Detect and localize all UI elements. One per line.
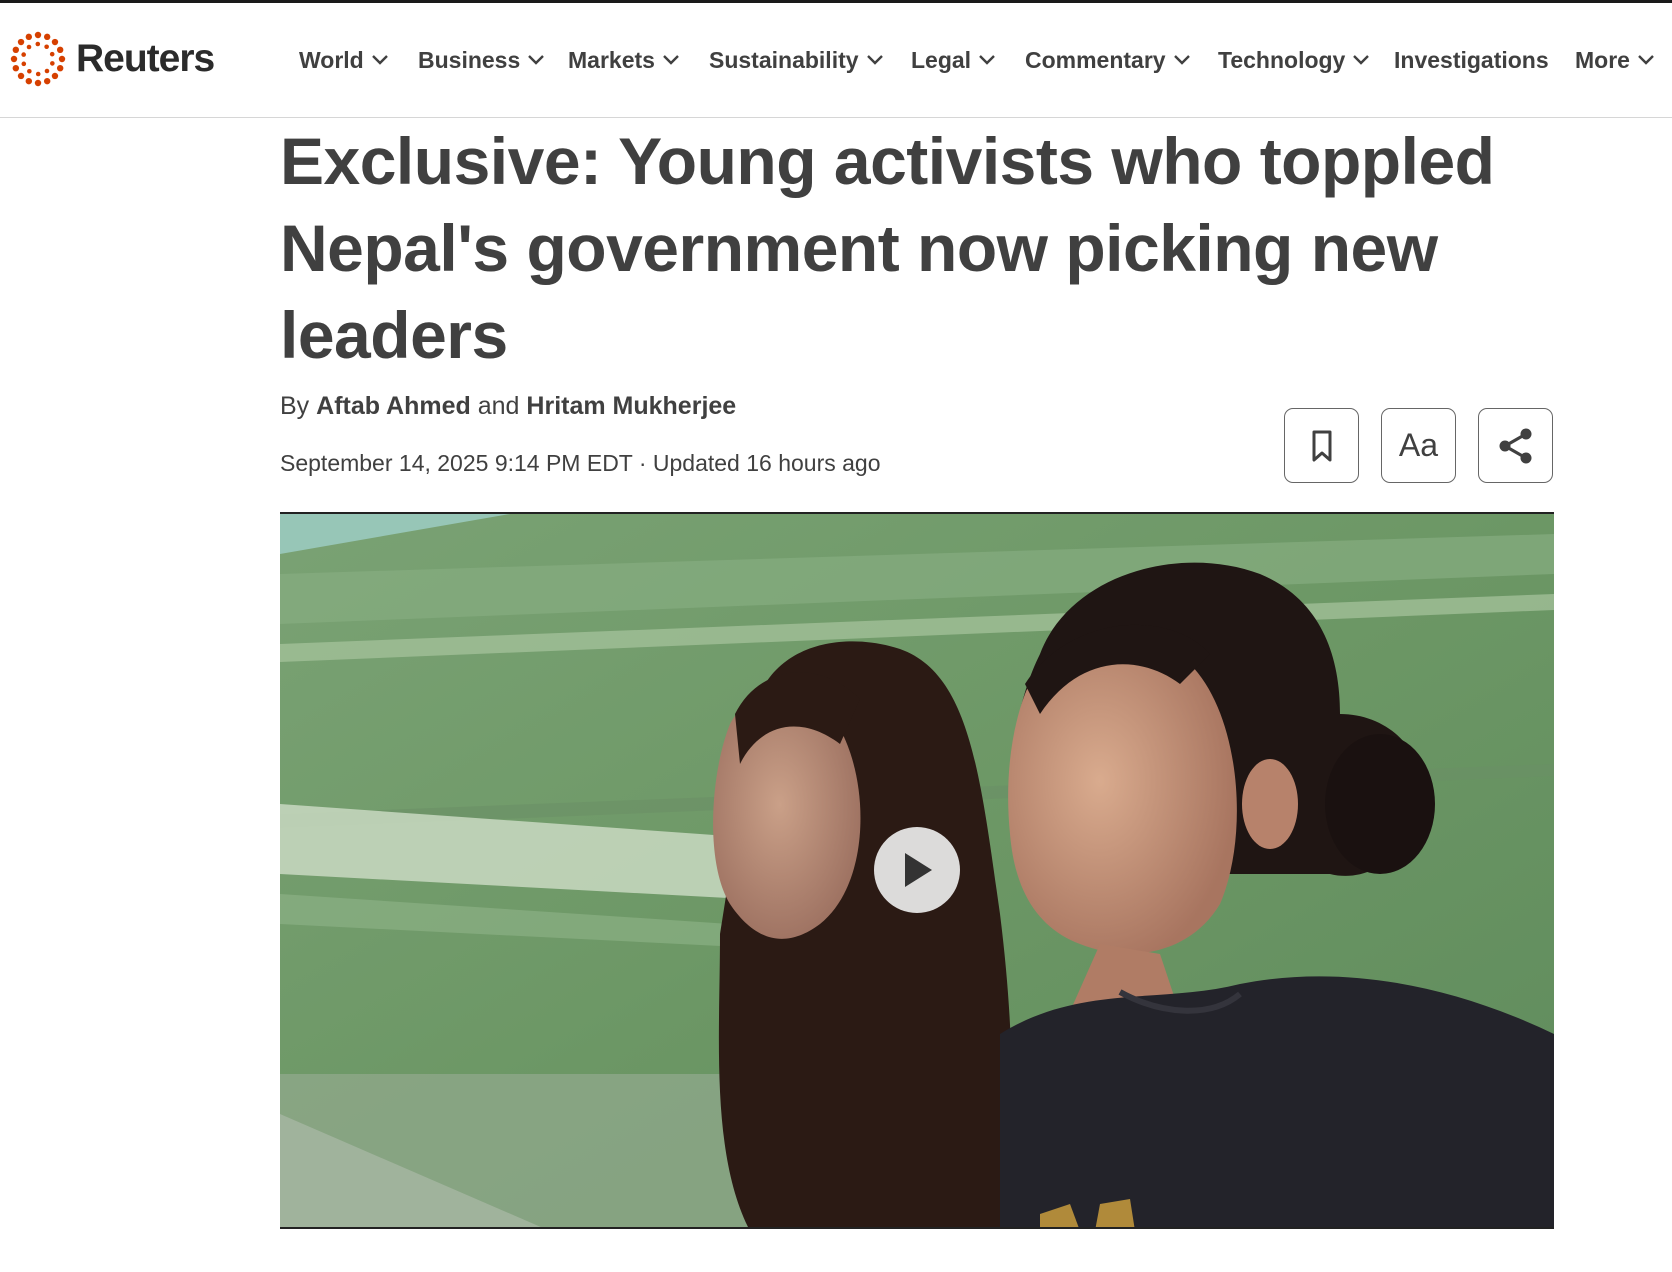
text-size-label: Aa [1398,427,1439,463]
nav-item-business[interactable]: Business [418,44,545,76]
main-nav: World Business Markets Sustainability Le… [0,3,1672,118]
article-dateline: September 14, 2025 9:14 PM EDT · Updated… [280,450,881,476]
chevron-down-icon [866,55,883,65]
nav-item-label: World [299,46,364,73]
nav-item-technology[interactable]: Technology [1218,44,1370,76]
byline-prefix: By [280,392,310,420]
chevron-down-icon [1173,55,1190,65]
nav-item-label: Investigations [1394,46,1549,73]
chevron-down-icon [663,55,679,65]
article-byline: By Aftab Ahmed and Hritam Mukherjee [280,392,736,428]
bookmark-button[interactable] [1284,408,1359,483]
nav-item-world[interactable]: World [299,44,389,76]
chevron-down-icon [371,55,388,65]
play-icon [905,853,932,887]
chevron-down-icon [1638,55,1654,65]
site-header: Reuters World Business Markets Sustainab… [0,3,1672,118]
bookmark-icon [1312,430,1331,461]
share-icon [1499,428,1531,463]
nav-item-legal[interactable]: Legal [911,44,996,76]
nav-item-label: More [1575,46,1630,73]
play-button[interactable] [874,827,960,913]
nav-item-label: Business [418,46,521,73]
chevron-down-icon [1353,55,1370,65]
share-button[interactable] [1478,408,1553,483]
byline-conjunction: and [477,392,520,420]
text-size-button[interactable]: Aa [1381,408,1456,483]
article-headline: Exclusive: Young activists who toppled N… [280,124,1495,372]
nav-item-label: Legal [911,46,972,73]
article-video[interactable] [280,512,1554,1229]
nav-item-commentary[interactable]: Commentary [1025,44,1191,76]
nav-item-more[interactable]: More [1575,44,1655,76]
nav-item-investigations[interactable]: Investigations [1394,44,1549,76]
nav-item-label: Sustainability [709,46,859,73]
chevron-down-icon [979,55,995,65]
nav-item-label: Markets [568,46,655,73]
nav-item-sustainability[interactable]: Sustainability [709,44,884,76]
nav-item-markets[interactable]: Markets [568,44,680,76]
chevron-down-icon [528,55,545,65]
author-link-aftab-ahmed[interactable]: Aftab Ahmed [316,392,471,420]
author-link-hritam-mukherjee[interactable]: Hritam Mukherjee [526,392,736,420]
nav-item-label: Technology [1218,46,1346,73]
nav-item-label: Commentary [1025,46,1166,73]
